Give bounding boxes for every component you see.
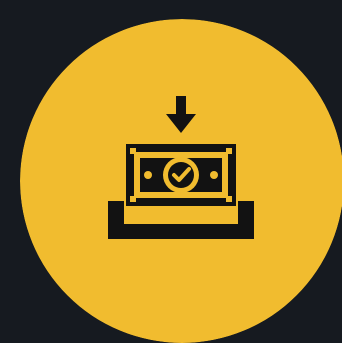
money-deposit-icon [96,96,266,246]
icon-canvas [0,0,342,343]
banknote-icon [126,144,236,206]
down-arrow-icon [166,96,196,133]
